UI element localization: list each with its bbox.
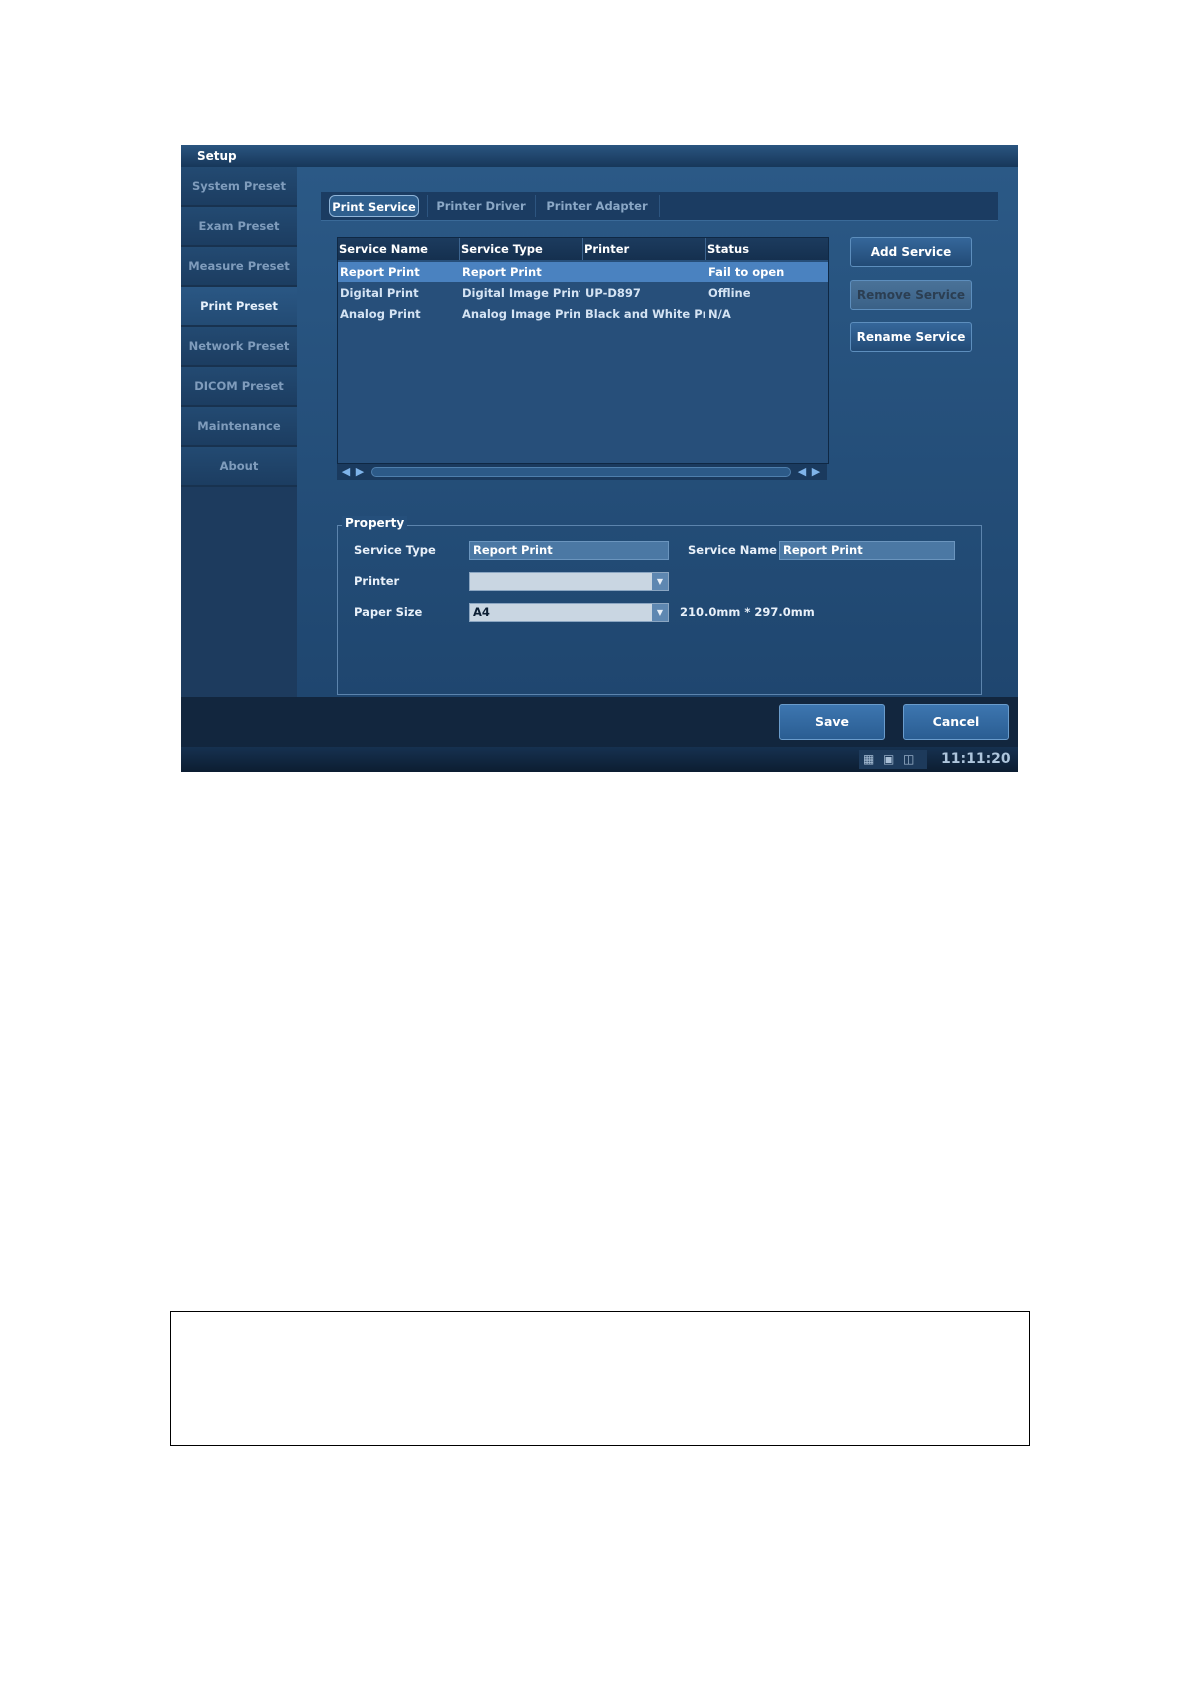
column-header-service-name[interactable]: Service Name [338,238,460,260]
cell-printer: Black and White Pri... [585,307,705,321]
sidebar-item-dicom-preset[interactable]: DICOM Preset [181,367,297,407]
horizontal-scrollbar[interactable]: ◀ ▶ ◀ ▶ [337,464,827,480]
tab-print-service[interactable]: Print Service [329,195,419,217]
tab-printer-adapter[interactable]: Printer Adapter [537,195,657,217]
content-panel: Print Service Printer Driver Printer Ada… [297,167,1018,697]
service-table[interactable]: Service Name Service Type Printer Status… [337,237,829,464]
sidebar-item-exam-preset[interactable]: Exam Preset [181,207,297,247]
bottom-bar: Save Cancel [181,697,1018,747]
paper-size-label: Paper Size [354,605,423,619]
cell-service-type: Analog Image Print [462,307,580,321]
status-icons: ▦ ▣ ◫ [859,750,927,769]
folder-icon[interactable]: ▦ [863,752,874,767]
remove-service-button[interactable]: Remove Service [850,280,972,310]
table-row[interactable]: Digital Print Digital Image Print UP-D89… [338,283,828,303]
paper-size-select[interactable]: A4 ▼ [469,603,669,622]
paper-size-select-value: A4 [473,605,490,619]
chevron-down-icon[interactable]: ▼ [652,604,668,621]
printer-icon[interactable]: ▣ [883,752,894,767]
status-bar: ▦ ▣ ◫ 11:11:20 [181,747,1018,772]
scroll-right-icon[interactable]: ▶ [353,464,367,480]
scroll-thumb[interactable] [371,467,791,477]
cell-status: Fail to open [708,265,785,279]
cell-printer [585,262,705,282]
column-header-service-type[interactable]: Service Type [460,238,583,260]
scroll-left-icon[interactable]: ◀ [339,464,353,480]
window-title: Setup [181,145,1018,167]
table-row[interactable]: Analog Print Analog Image Print Black an… [338,304,828,324]
cell-service-type: Report Print [462,265,542,279]
service-type-field: Report Print [469,541,669,560]
cell-service-name: Analog Print [340,307,421,321]
monitor-icon[interactable]: ◫ [903,752,914,767]
cancel-button[interactable]: Cancel [903,704,1009,740]
clock: 11:11:20 [941,751,1011,767]
tab-separator [427,195,428,217]
tab-printer-driver[interactable]: Printer Driver [429,195,533,217]
table-header: Service Name Service Type Printer Status [338,238,828,260]
cell-service-name: Digital Print [340,286,419,300]
cell-printer: UP-D897 [585,286,641,300]
sidebar-item-print-preset[interactable]: Print Preset [181,287,297,327]
sidebar-item-maintenance[interactable]: Maintenance [181,407,297,447]
service-name-field[interactable]: Report Print [779,541,955,560]
property-group: Property Service Type Report Print Servi… [337,516,982,695]
chevron-down-icon[interactable]: ▼ [652,573,668,590]
tab-separator [659,195,660,217]
service-name-label: Service Name [688,543,777,557]
table-row[interactable]: Report Print Report Print Fail to open [338,262,828,282]
add-service-button[interactable]: Add Service [850,237,972,267]
setup-window: Setup System Preset Exam Preset Measure … [181,145,1018,772]
cell-status: N/A [708,307,731,321]
cell-status: Offline [708,286,751,300]
cell-service-type: Digital Image Print [462,286,580,300]
scroll-right-icon[interactable]: ▶ [809,464,823,480]
column-header-status[interactable]: Status [706,238,828,260]
paper-dimensions: 210.0mm * 297.0mm [680,605,815,619]
service-type-label: Service Type [354,543,436,557]
tab-bar: Print Service Printer Driver Printer Ada… [321,192,998,221]
scroll-left-icon[interactable]: ◀ [795,464,809,480]
sidebar-item-network-preset[interactable]: Network Preset [181,327,297,367]
save-button[interactable]: Save [779,704,885,740]
rename-service-button[interactable]: Rename Service [850,322,972,352]
column-header-printer[interactable]: Printer [583,238,706,260]
printer-select[interactable]: ▼ [469,572,669,591]
tab-separator [535,195,536,217]
empty-frame [170,1311,1030,1446]
sidebar: System Preset Exam Preset Measure Preset… [181,167,297,697]
sidebar-item-system-preset[interactable]: System Preset [181,167,297,207]
cell-service-name: Report Print [340,265,420,279]
sidebar-item-measure-preset[interactable]: Measure Preset [181,247,297,287]
property-legend: Property [342,516,408,530]
sidebar-item-about[interactable]: About [181,447,297,487]
printer-label: Printer [354,574,400,588]
